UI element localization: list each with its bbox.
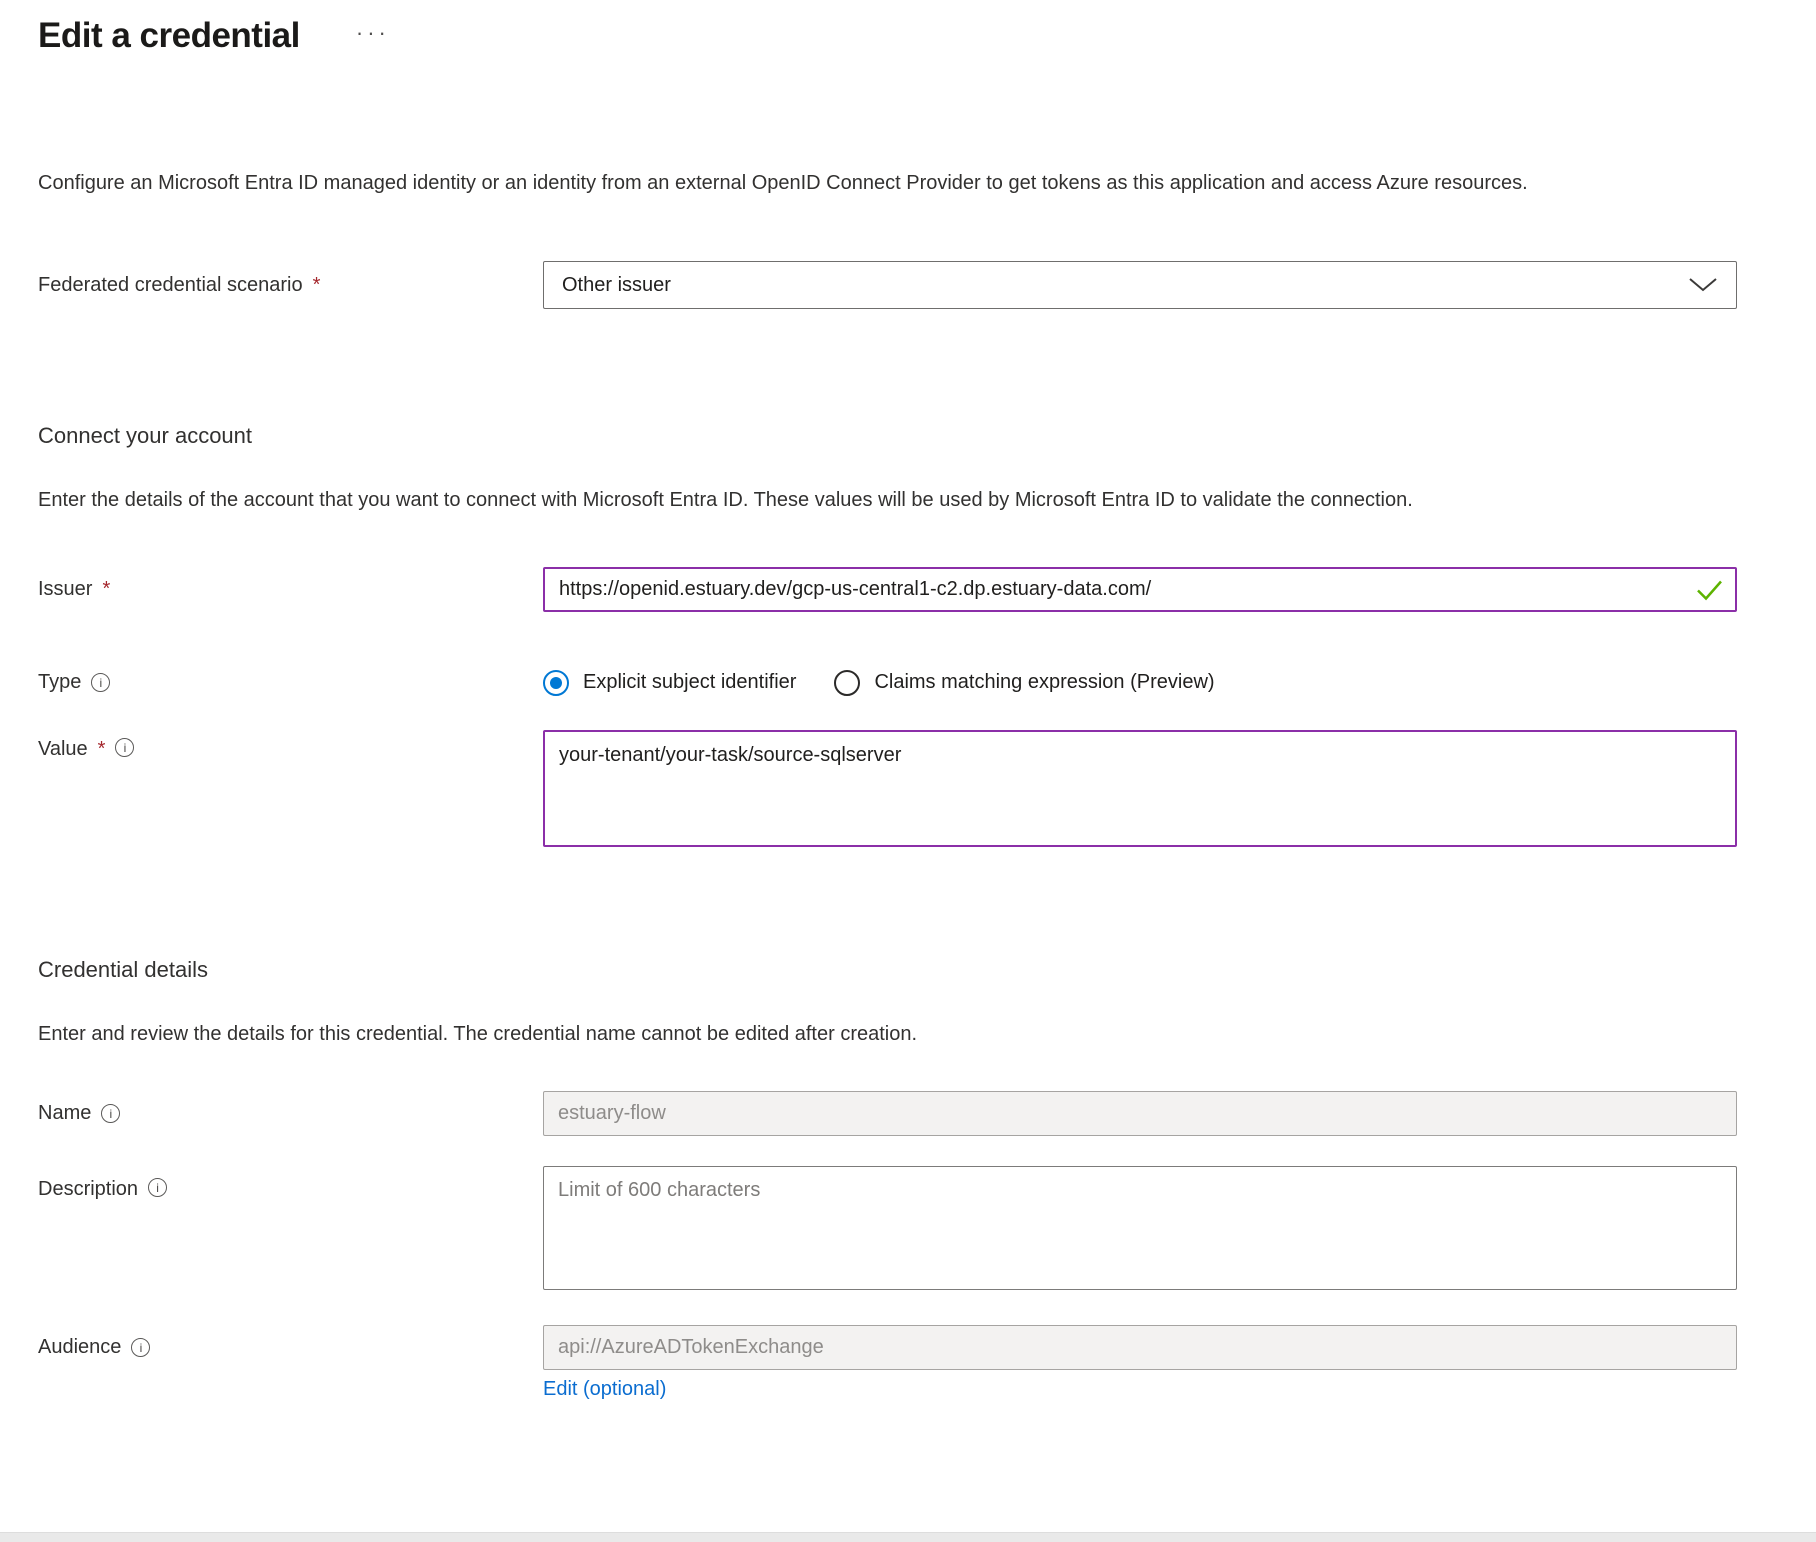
edit-optional-link[interactable]: Edit (optional) [543,1378,666,1400]
required-asterisk: * [102,578,110,601]
footer-bar [0,1532,1816,1542]
name-label: Name i [38,1102,543,1125]
credential-details-heading: Credential details [38,955,1737,985]
edit-link-row: Edit (optional) [543,1378,1737,1401]
value-label: Value* i [38,730,543,852]
radio-button-icon [834,670,860,696]
info-icon[interactable]: i [115,738,134,757]
federated-scenario-row: Federated credential scenario* Other iss… [38,261,1737,309]
name-input [543,1091,1737,1136]
federated-scenario-select[interactable]: Other issuer [543,261,1737,309]
more-options-button[interactable]: ··· [356,20,390,46]
intro-text: Configure an Microsoft Entra ID managed … [38,162,1737,204]
description-label: Description i [38,1166,543,1295]
name-row: Name i [38,1091,1737,1136]
description-textarea[interactable] [543,1166,1737,1290]
info-icon[interactable]: i [148,1178,167,1197]
title-row: Edit a credential ··· [38,16,1737,56]
issuer-label: Issuer* [38,578,543,601]
description-row: Description i [38,1166,1737,1295]
audience-input [543,1325,1737,1370]
issuer-row: Issuer* [38,567,1737,612]
value-row: Value* i your-tenant/your-task/source-sq… [38,730,1737,852]
required-asterisk: * [313,274,321,297]
audience-label: Audience i [38,1336,543,1359]
page-title: Edit a credential [38,16,300,56]
radio-button-selected-icon [543,670,569,696]
issuer-input[interactable] [543,567,1737,612]
radio-label: Explicit subject identifier [583,671,796,694]
required-asterisk: * [98,738,106,761]
value-textarea[interactable]: your-tenant/your-task/source-sqlserver [543,730,1737,847]
federated-scenario-label: Federated credential scenario* [38,274,543,297]
credential-details-description: Enter and review the details for this cr… [38,1013,1737,1055]
chevron-down-icon [1688,277,1718,293]
radio-label: Claims matching expression (Preview) [874,671,1214,694]
valid-check-icon [1696,578,1723,601]
connect-account-heading: Connect your account [38,421,1737,451]
audience-row: Audience i [38,1325,1737,1370]
radio-claims-matching[interactable]: Claims matching expression (Preview) [834,670,1214,696]
type-label: Type i [38,671,543,694]
info-icon[interactable]: i [101,1104,120,1123]
info-icon[interactable]: i [131,1338,150,1357]
selected-option-label: Other issuer [562,274,671,297]
radio-explicit-subject[interactable]: Explicit subject identifier [543,670,796,696]
type-row: Type i Explicit subject identifier Claim… [38,660,1737,705]
type-radio-group: Explicit subject identifier Claims match… [543,670,1737,696]
info-icon[interactable]: i [91,673,110,692]
connect-account-description: Enter the details of the account that yo… [38,479,1737,521]
edit-credential-panel: Edit a credential ··· Configure an Micro… [0,0,1816,1401]
